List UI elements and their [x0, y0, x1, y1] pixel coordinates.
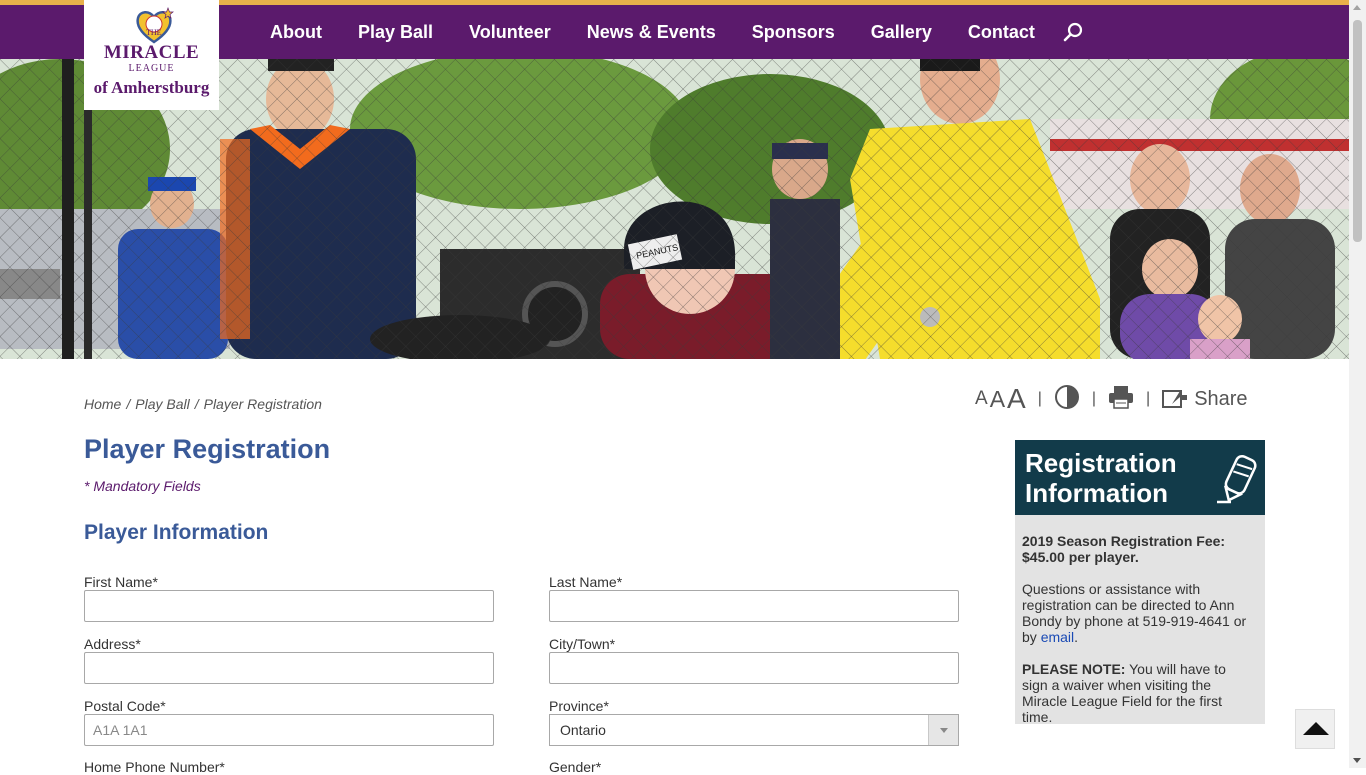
address-label: Address* [84, 636, 141, 652]
breadcrumb: Home / Play Ball / Player Registration [84, 396, 322, 412]
registration-information-box: 2019 Season Registration Fee: $45.00 per… [1015, 515, 1265, 725]
registration-information-banner: Registration Information [1015, 440, 1265, 515]
questions-end: . [1074, 629, 1079, 645]
share-label: Share [1194, 387, 1248, 410]
mandatory-fields-note: * Mandatory Fields [84, 478, 201, 494]
city-field[interactable] [549, 652, 959, 684]
breadcrumb-separator: / [194, 396, 199, 412]
province-selected-value: Ontario [560, 722, 606, 738]
page-tools: A A A | | | Share [975, 383, 1248, 415]
search-button[interactable] [1053, 22, 1093, 42]
pencil-icon [1217, 454, 1257, 504]
main-nav: About Play Ball Volunteer News & Events … [252, 5, 1093, 59]
nav-gallery[interactable]: Gallery [853, 22, 950, 43]
registration-fee: 2019 Season Registration Fee: $45.00 per… [1022, 533, 1226, 565]
first-name-field[interactable] [84, 590, 494, 622]
scroll-up-arrow-icon[interactable] [1353, 5, 1361, 10]
postal-code-field[interactable] [84, 714, 494, 746]
banner-title: Registration Information [1025, 448, 1177, 508]
logo-amherstburg: of Amherstburg [93, 78, 210, 97]
province-label: Province* [549, 698, 609, 714]
province-select[interactable]: Ontario [549, 714, 959, 746]
heart-baseball-logo-icon [136, 7, 174, 44]
home-phone-label: Home Phone Number* [84, 759, 225, 775]
scrollbar-thumb[interactable] [1353, 20, 1362, 242]
font-size-large-button[interactable]: A [1007, 383, 1026, 415]
gender-label: Gender* [549, 759, 602, 775]
logo-miracle: MIRACLE [103, 42, 200, 63]
breadcrumb-play-ball[interactable]: Play Ball [135, 396, 189, 412]
questions-paragraph: Questions or assistance with registratio… [1022, 581, 1255, 645]
print-icon [1109, 385, 1134, 409]
contrast-button[interactable] [1054, 384, 1080, 415]
tools-separator: | [1037, 390, 1042, 407]
nav-sponsors[interactable]: Sponsors [734, 22, 853, 43]
nav-play-ball[interactable]: Play Ball [340, 22, 451, 43]
share-button[interactable]: Share [1162, 387, 1248, 411]
page-scrollbar[interactable] [1349, 0, 1366, 768]
nav-volunteer[interactable]: Volunteer [451, 22, 569, 43]
address-field[interactable] [84, 652, 494, 684]
font-size-medium-button[interactable]: A [990, 386, 1005, 413]
nav-news-events[interactable]: News & Events [569, 22, 734, 43]
tools-separator: | [1091, 390, 1097, 407]
banner-title-line2: Information [1025, 478, 1168, 508]
nav-contact[interactable]: Contact [950, 22, 1053, 43]
logo-the: THE [146, 28, 162, 37]
font-size-small-button[interactable]: A [975, 388, 988, 410]
nav-about[interactable]: About [252, 22, 340, 43]
section-title-player-information: Player Information [84, 521, 269, 544]
contrast-icon [1054, 384, 1079, 409]
waiver-note: PLEASE NOTE: You will have to sign a wai… [1022, 661, 1255, 725]
chevron-down-icon [928, 715, 958, 745]
breadcrumb-current: Player Registration [203, 396, 322, 412]
breadcrumb-separator: / [126, 396, 131, 412]
share-icon [1162, 390, 1188, 408]
note-label: PLEASE NOTE: [1022, 661, 1126, 677]
page-title: Player Registration [84, 434, 331, 464]
back-to-top-button[interactable] [1295, 709, 1335, 749]
scroll-down-arrow-icon[interactable] [1353, 758, 1361, 763]
search-icon [1063, 22, 1082, 42]
city-label: City/Town* [549, 636, 616, 652]
last-name-field[interactable] [549, 590, 959, 622]
print-button[interactable] [1108, 385, 1134, 414]
banner-title-line1: Registration [1025, 448, 1177, 478]
tools-separator: | [1146, 390, 1151, 407]
logo-league: LEAGUE [128, 63, 175, 74]
last-name-label: Last Name* [549, 574, 623, 590]
breadcrumb-home[interactable]: Home [84, 396, 121, 412]
postal-code-label: Postal Code* [84, 698, 166, 714]
first-name-label: First Name* [84, 574, 158, 590]
site-logo[interactable]: THE MIRACLE LEAGUE of Amherstburg [84, 0, 219, 110]
email-link[interactable]: email [1041, 629, 1074, 645]
